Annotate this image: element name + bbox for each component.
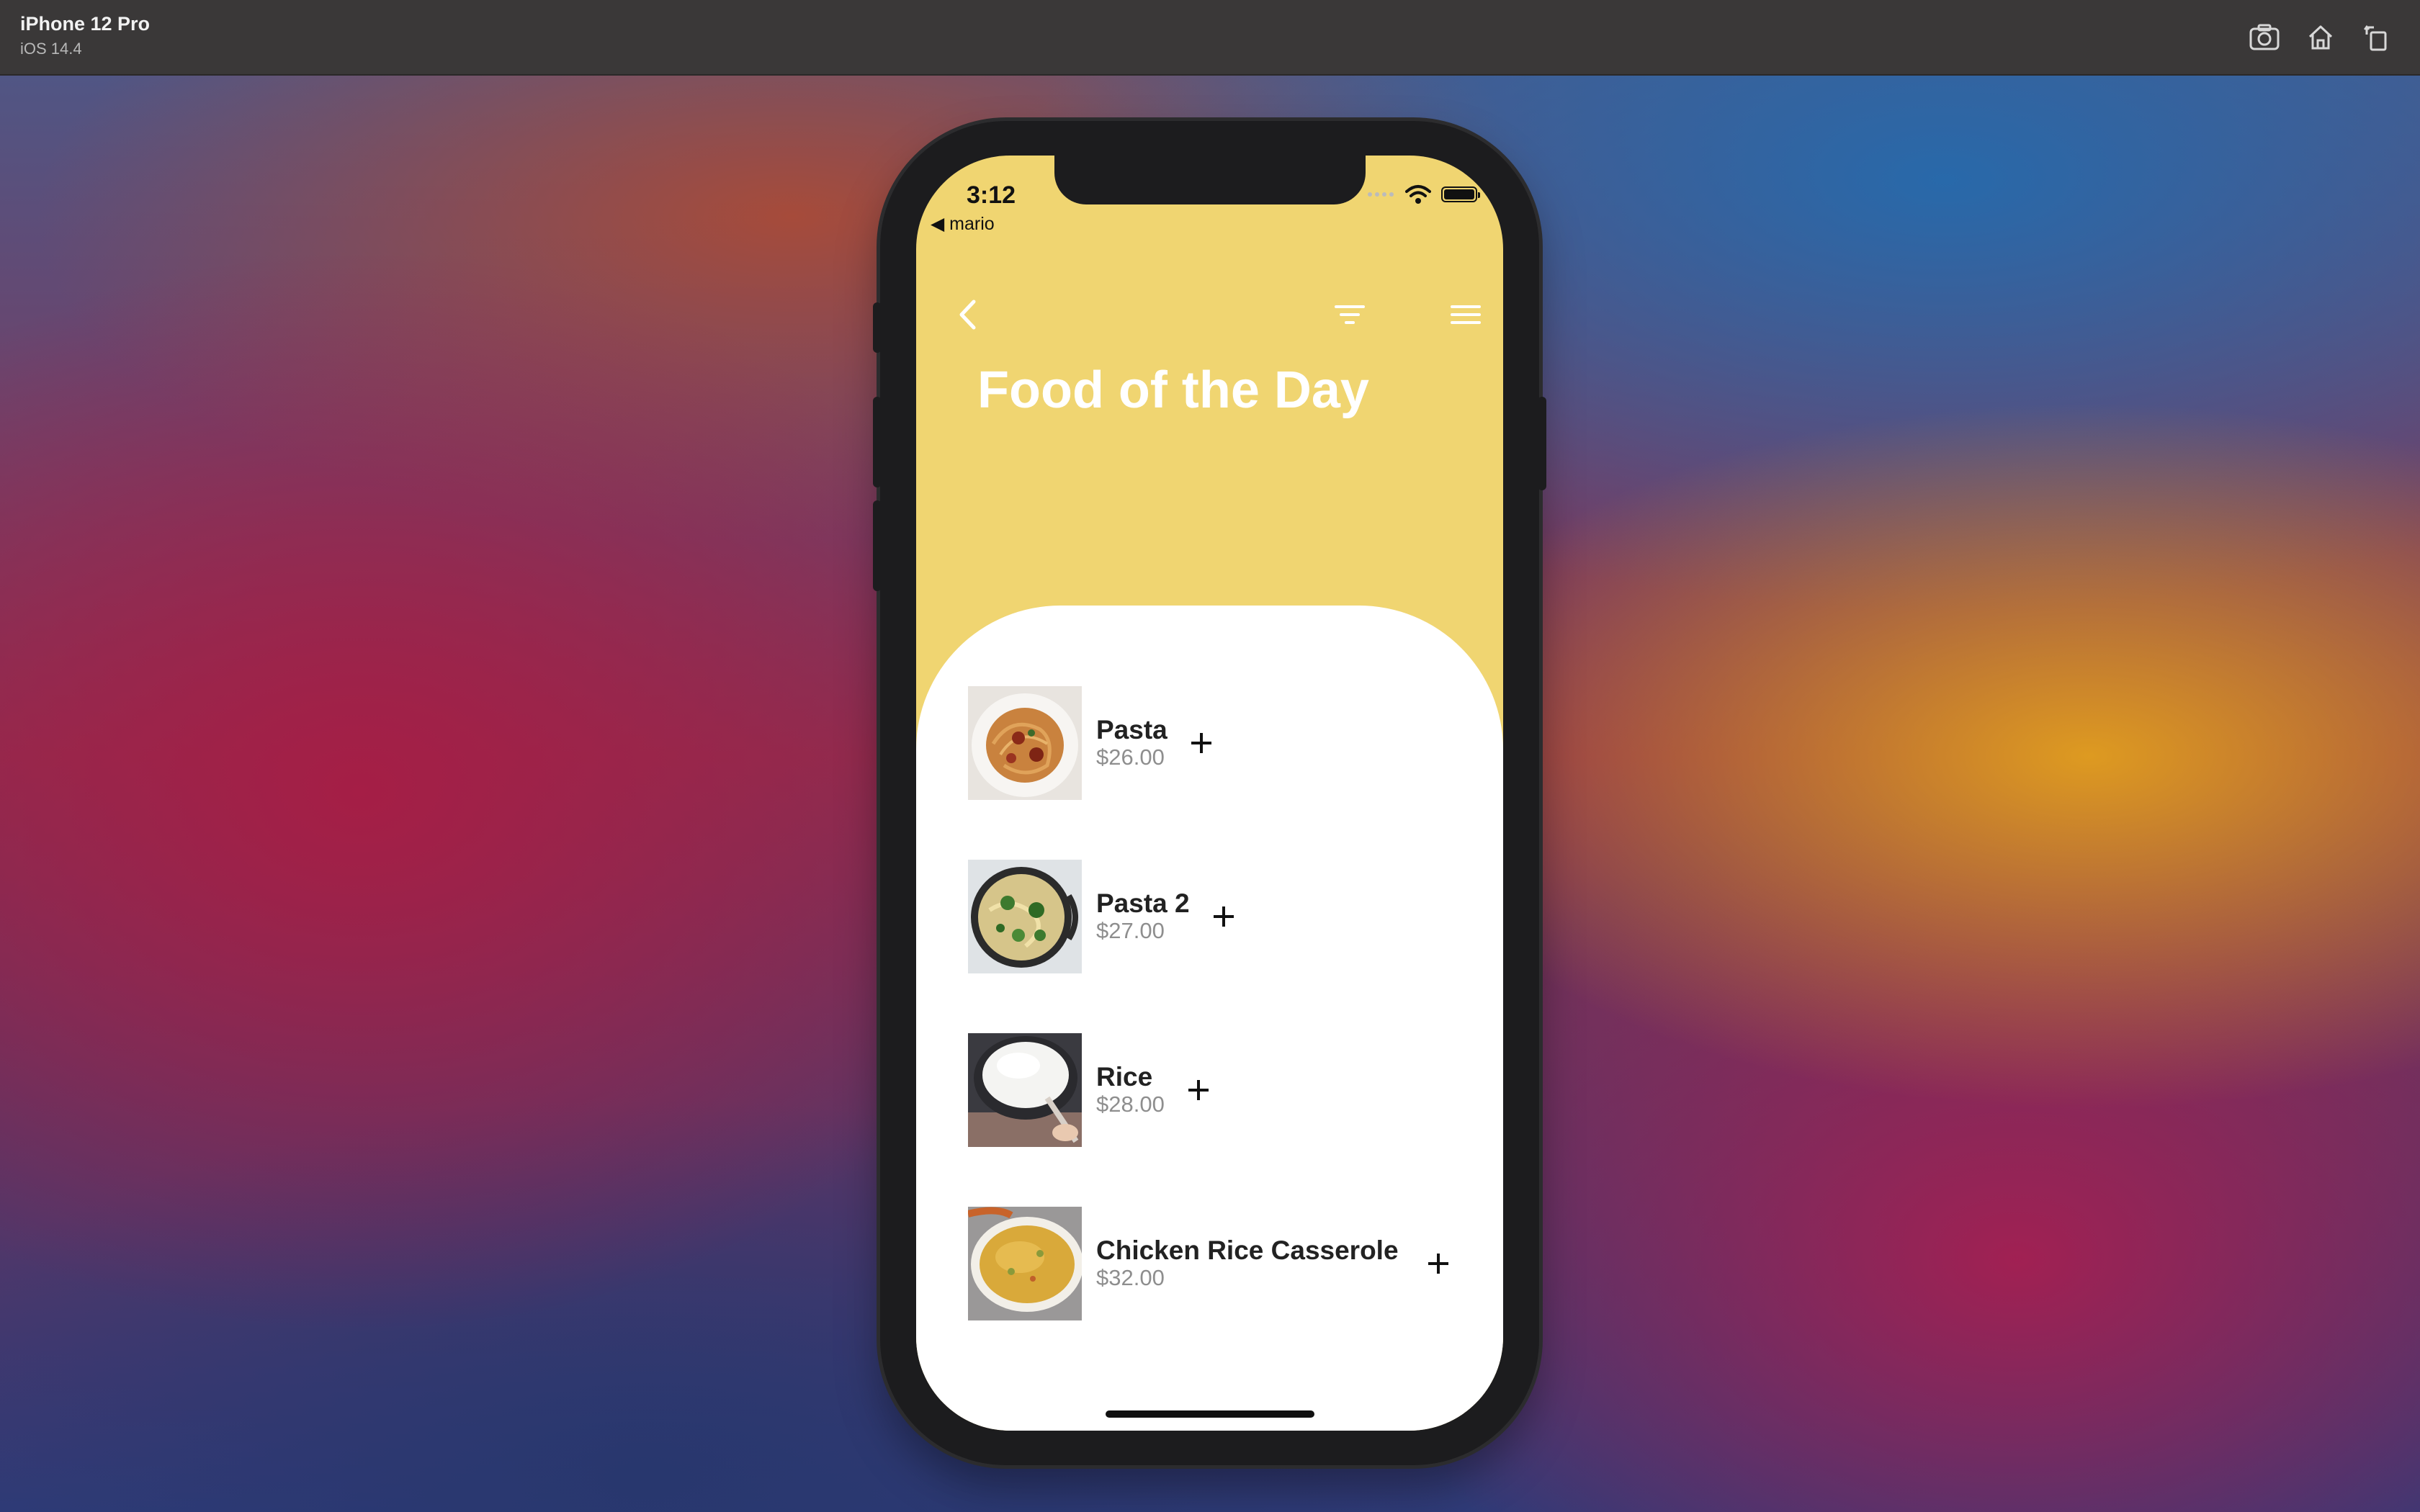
- wifi-icon: [1405, 185, 1431, 204]
- volume-up-button: [873, 397, 882, 487]
- home-icon[interactable]: [2303, 20, 2338, 55]
- casserole-photo: [968, 1207, 1082, 1320]
- food-name: Pasta 2: [1096, 888, 1190, 918]
- filter-icon[interactable]: [1332, 297, 1368, 333]
- food-name: Pasta: [1096, 715, 1168, 744]
- food-list-panel: Pasta $26.00 Pasta 2 $27.00 Rice $28.00 …: [916, 606, 1503, 1431]
- mute-switch: [873, 302, 882, 353]
- home-indicator[interactable]: [1106, 1410, 1314, 1418]
- add-icon[interactable]: [1420, 1246, 1456, 1282]
- menu-icon[interactable]: [1448, 297, 1484, 333]
- food-text: Pasta $26.00: [1096, 716, 1168, 770]
- add-icon[interactable]: [1206, 899, 1242, 935]
- phone-device: 3:12 ◀ mario Food of the Day Pasta $26.0…: [873, 121, 1546, 1465]
- food-text: Rice $28.00: [1096, 1063, 1165, 1117]
- power-button: [1538, 397, 1546, 490]
- food-price: $28.00: [1096, 1092, 1165, 1117]
- battery-icon: [1441, 186, 1480, 202]
- add-icon[interactable]: [1180, 1072, 1216, 1108]
- signal-dots-icon: [1368, 192, 1394, 197]
- list-item[interactable]: Rice $28.00: [968, 1033, 1487, 1147]
- screenshot-icon[interactable]: [2247, 20, 2282, 55]
- os-version: iOS 14.4: [20, 40, 82, 58]
- food-text: Chicken Rice Casserole $32.00: [1096, 1236, 1399, 1291]
- status-icons: [1366, 184, 1480, 204]
- food-price: $26.00: [1096, 744, 1165, 770]
- food-price: $32.00: [1096, 1265, 1165, 1290]
- back-chevron-icon[interactable]: [949, 297, 985, 333]
- volume-down-button: [873, 500, 882, 591]
- phone-screen: 3:12 ◀ mario Food of the Day Pasta $26.0…: [916, 156, 1503, 1431]
- page-title: Food of the Day: [977, 361, 1369, 419]
- rice-photo: [968, 1033, 1082, 1147]
- food-text: Pasta 2 $27.00: [1096, 889, 1190, 944]
- simulator-toolbar: [2247, 20, 2394, 55]
- pasta-2-photo: [968, 860, 1082, 973]
- rotate-icon[interactable]: [2360, 20, 2394, 55]
- list-item[interactable]: Chicken Rice Casserole $32.00: [968, 1207, 1487, 1320]
- back-to-app-link[interactable]: ◀ mario: [931, 213, 995, 235]
- status-time: 3:12: [967, 181, 1016, 209]
- device-name: iPhone 12 Pro: [20, 13, 151, 35]
- food-name: Chicken Rice Casserole: [1096, 1236, 1399, 1265]
- notch: [1054, 156, 1366, 204]
- pasta-photo: [968, 686, 1082, 800]
- add-icon[interactable]: [1183, 725, 1219, 761]
- food-price: $27.00: [1096, 918, 1165, 943]
- simulator-title-bar: iPhone 12 Pro iOS 14.4: [0, 0, 2420, 76]
- food-name: Rice: [1096, 1062, 1153, 1092]
- list-item[interactable]: Pasta $26.00: [968, 686, 1487, 800]
- list-item[interactable]: Pasta 2 $27.00: [968, 860, 1487, 973]
